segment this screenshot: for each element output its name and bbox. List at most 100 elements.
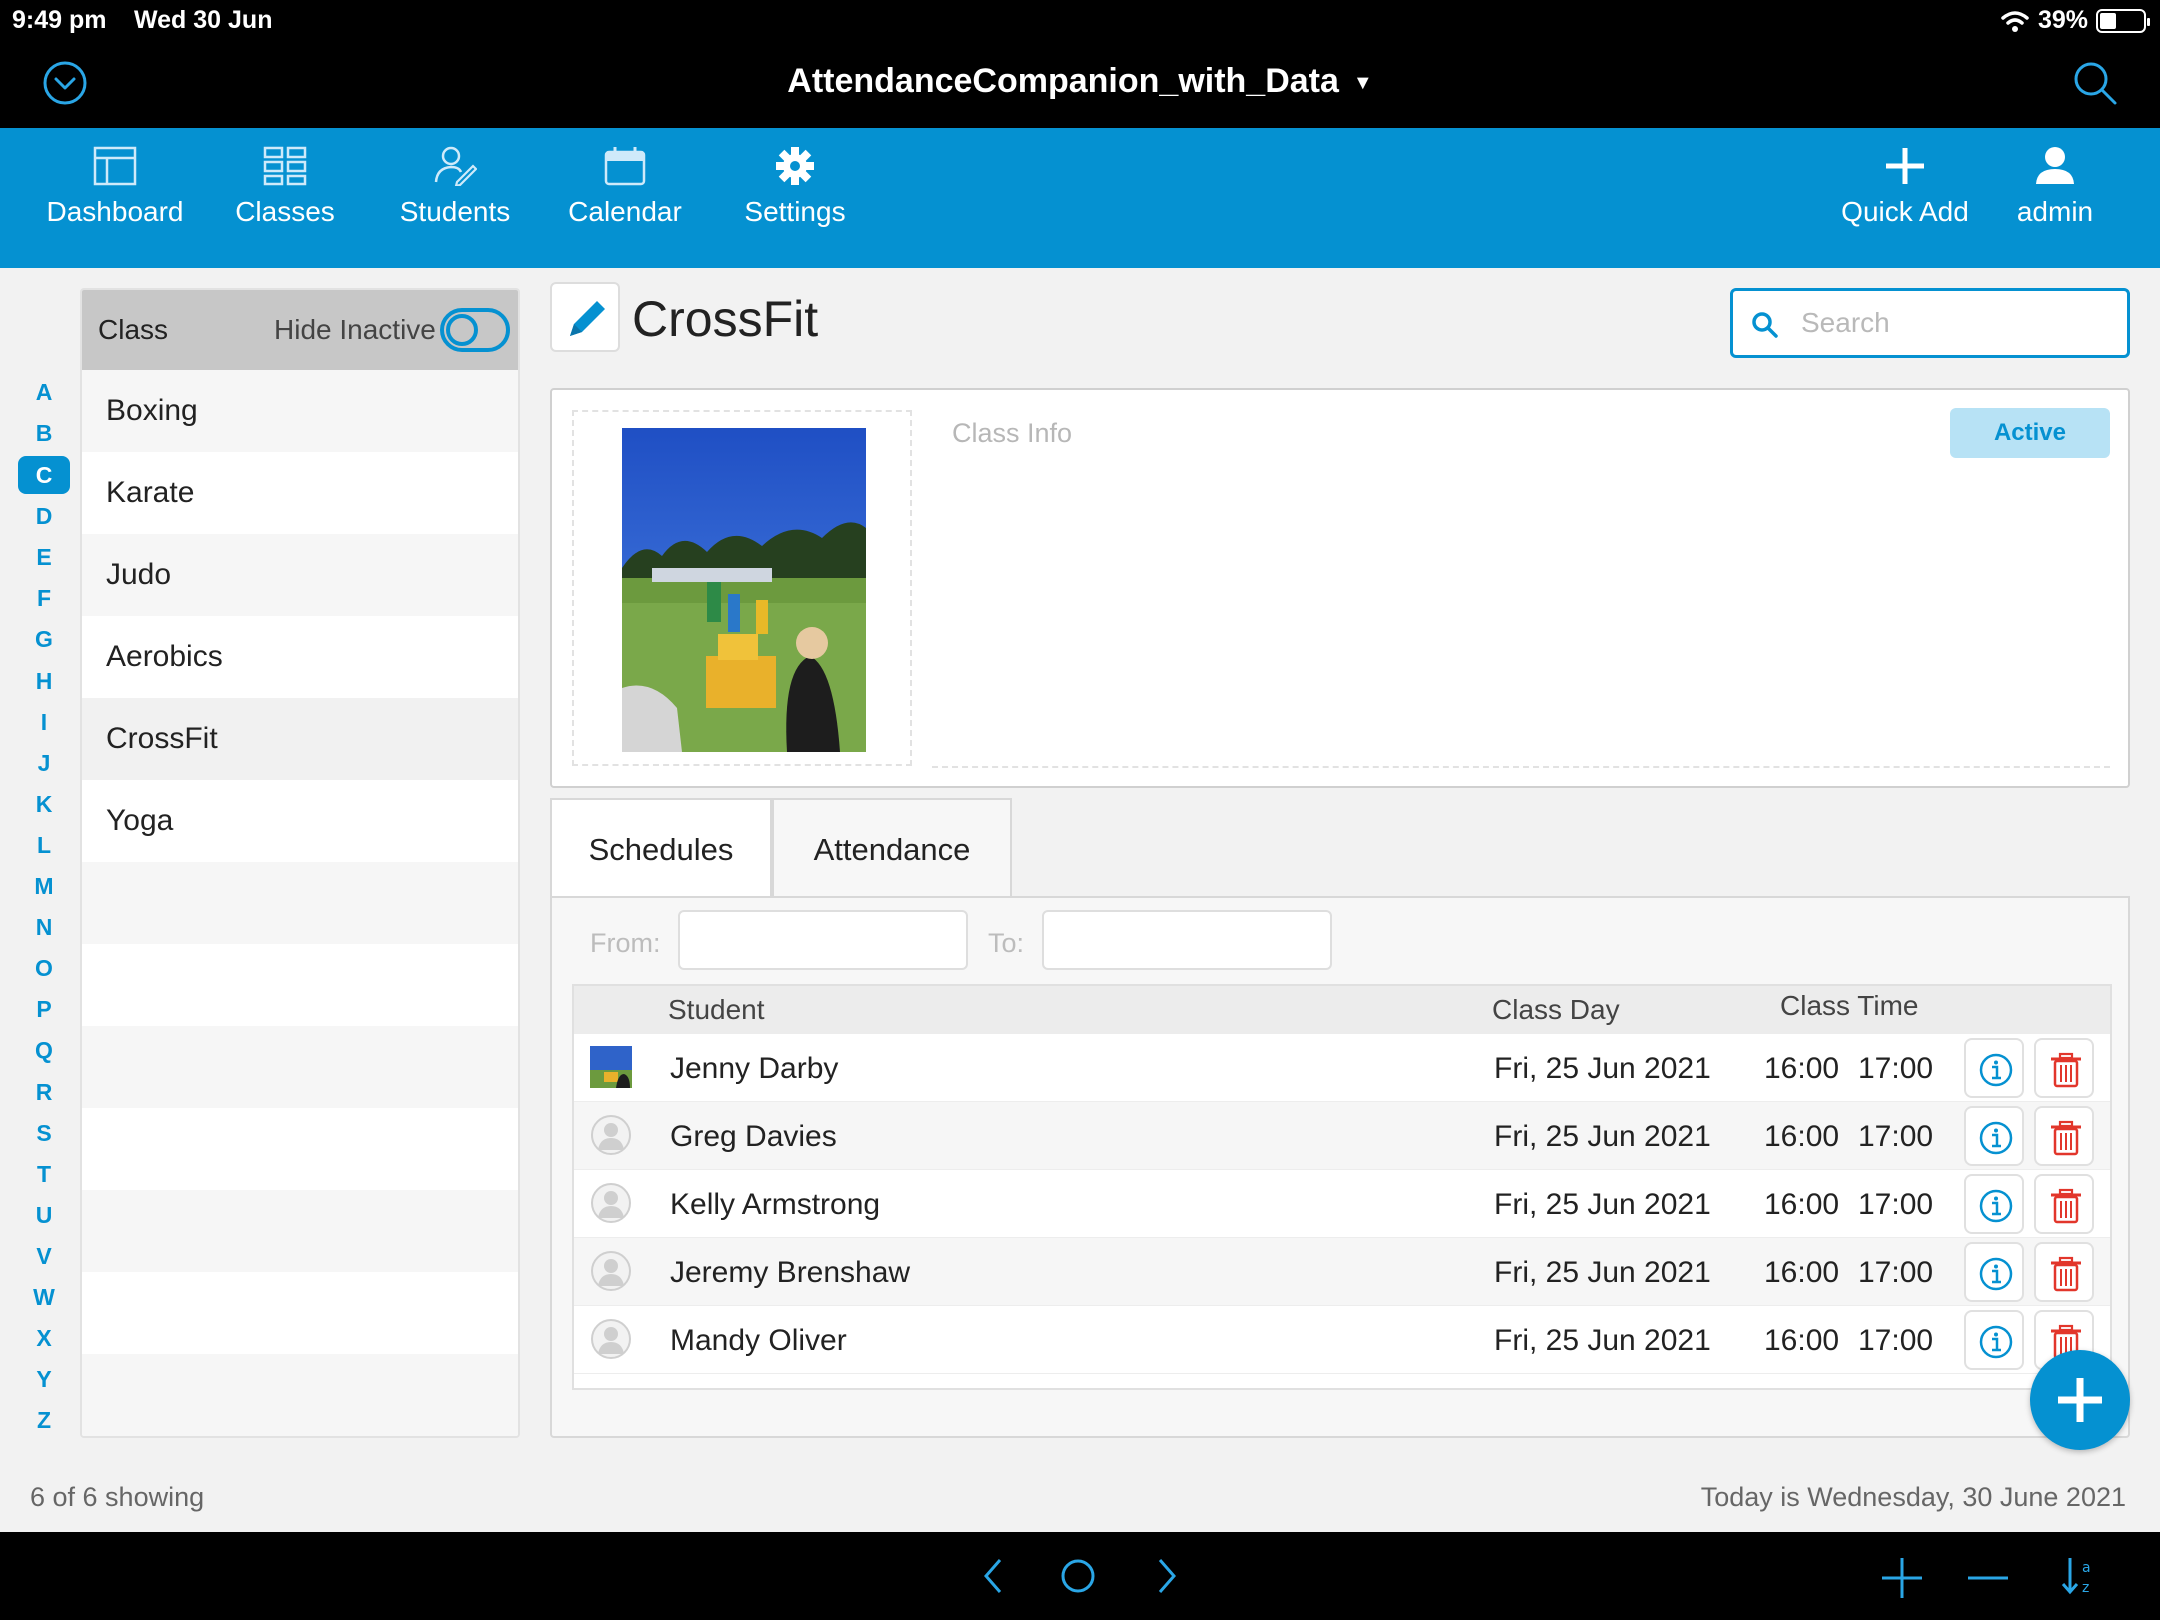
alphabet-letter[interactable]: V: [18, 1236, 70, 1277]
nav-calendar[interactable]: Calendar: [560, 146, 690, 228]
sort-icon[interactable]: a z: [2060, 1552, 2100, 1600]
info-button[interactable]: [1964, 1038, 2024, 1098]
start-time: 16:00: [1764, 1324, 1840, 1357]
caret-down-icon: ▼: [1352, 71, 1373, 94]
from-date-input[interactable]: [678, 910, 968, 970]
alphabet-index: ABCDEFGHIJKLMNOPQRSTUVWXYZ: [18, 372, 70, 1441]
class-info-divider: [932, 766, 2110, 768]
tab-schedules[interactable]: Schedules: [550, 798, 772, 898]
alphabet-letter[interactable]: U: [18, 1195, 70, 1236]
alphabet-letter[interactable]: M: [18, 866, 70, 907]
new-record-icon[interactable]: [1880, 1556, 1924, 1600]
alphabet-letter[interactable]: C: [18, 456, 70, 495]
alphabet-letter[interactable]: P: [18, 989, 70, 1030]
alphabet-letter[interactable]: Y: [18, 1359, 70, 1400]
class-photo-frame[interactable]: [572, 410, 912, 766]
status-time: 9:49 pm: [12, 6, 107, 34]
to-date-input[interactable]: [1042, 910, 1332, 970]
class-day: Fri, 25 Jun 2021: [1494, 1120, 1711, 1153]
status-right: 39%: [2000, 6, 2150, 35]
quick-add-button[interactable]: Quick Add: [1830, 146, 1980, 228]
document-title[interactable]: AttendanceCompanion_with_Data ▼: [0, 62, 2160, 101]
class-list-item[interactable]: Boxing: [82, 370, 518, 452]
avatar-placeholder-icon: [590, 1250, 632, 1292]
quick-add-label: Quick Add: [1841, 196, 1969, 227]
alphabet-letter[interactable]: W: [18, 1277, 70, 1318]
alphabet-letter[interactable]: Q: [18, 1030, 70, 1071]
search-icon[interactable]: [2070, 58, 2120, 108]
alphabet-letter[interactable]: E: [18, 537, 70, 578]
forward-icon[interactable]: [1152, 1556, 1182, 1596]
table-row[interactable]: Kelly Armstrong Fri, 25 Jun 2021 16:00 17:0…: [574, 1170, 2110, 1238]
alphabet-letter[interactable]: R: [18, 1072, 70, 1113]
search-box[interactable]: [1730, 288, 2130, 358]
student-name: Kelly Armstrong: [670, 1188, 881, 1221]
end-time: 17:00: [1858, 1052, 1934, 1085]
title-bar: AttendanceCompanion_with_Data ▼: [0, 40, 2160, 128]
alphabet-letter[interactable]: G: [18, 619, 70, 660]
nav-settings-label: Settings: [744, 196, 846, 227]
add-attendance-button[interactable]: [2030, 1350, 2130, 1450]
student-icon: [434, 146, 477, 186]
info-button[interactable]: [1964, 1310, 2024, 1370]
nav-students[interactable]: Students: [390, 146, 520, 228]
alphabet-letter[interactable]: X: [18, 1318, 70, 1359]
search-input[interactable]: [1801, 305, 2111, 341]
info-button[interactable]: [1964, 1106, 2024, 1166]
table-row[interactable]: Mandy Oliver Fri, 25 Jun 2021 16:00 17:00: [574, 1306, 2110, 1374]
nav-bar: Dashboard Classes Students Calendar Sett…: [0, 128, 2160, 268]
home-icon[interactable]: [1058, 1556, 1098, 1596]
nav-settings[interactable]: Settings: [735, 146, 855, 228]
table-row[interactable]: Jenny Darby Fri, 25 Jun 2021 16:00 17:00: [574, 1034, 2110, 1102]
delete-record-icon[interactable]: [1966, 1556, 2010, 1600]
attendance-table: Student Class Day Class Time Jenny Darby…: [572, 984, 2112, 1390]
avatar-placeholder-icon: [590, 1182, 632, 1224]
alphabet-letter[interactable]: J: [18, 743, 70, 784]
back-icon[interactable]: [978, 1556, 1008, 1596]
class-list-empty-row: [82, 1026, 518, 1108]
tab-attendance[interactable]: Attendance: [772, 798, 1012, 898]
alphabet-letter[interactable]: F: [18, 578, 70, 619]
table-row[interactable]: Greg Davies Fri, 25 Jun 2021 16:00 17:00: [574, 1102, 2110, 1170]
status-badge[interactable]: Active: [1950, 408, 2110, 458]
hide-inactive-toggle[interactable]: [440, 308, 510, 352]
edit-button[interactable]: [550, 282, 620, 352]
class-list-item[interactable]: CrossFit: [82, 698, 518, 780]
class-list-item[interactable]: Karate: [82, 452, 518, 534]
class-list-item[interactable]: Yoga: [82, 780, 518, 862]
alphabet-letter[interactable]: B: [18, 413, 70, 454]
delete-button[interactable]: [2034, 1242, 2094, 1302]
class-day: Fri, 25 Jun 2021: [1494, 1052, 1711, 1085]
alphabet-letter[interactable]: T: [18, 1154, 70, 1195]
alphabet-letter[interactable]: H: [18, 661, 70, 702]
class-list-rows: Boxing Karate Judo Aerobics CrossFit Yoga: [82, 370, 518, 1436]
user-button[interactable]: admin: [2000, 146, 2110, 228]
class-list-item[interactable]: Aerobics: [82, 616, 518, 698]
alphabet-letter[interactable]: D: [18, 496, 70, 537]
class-day: Fri, 25 Jun 2021: [1494, 1188, 1711, 1221]
alphabet-letter[interactable]: K: [18, 784, 70, 825]
attendance-panel: From: To: Student Class Day Class Time J…: [550, 896, 2130, 1438]
nav-classes[interactable]: Classes: [225, 146, 345, 228]
delete-button[interactable]: [2034, 1174, 2094, 1234]
class-list-item[interactable]: Judo: [82, 534, 518, 616]
alphabet-letter[interactable]: O: [18, 948, 70, 989]
class-info-placeholder[interactable]: Class Info: [952, 418, 1072, 449]
page-title: CrossFit: [632, 291, 819, 347]
alphabet-letter[interactable]: N: [18, 907, 70, 948]
table-row[interactable]: Jeremy Brenshaw Fri, 25 Jun 2021 16:00 17:0…: [574, 1238, 2110, 1306]
delete-button[interactable]: [2034, 1038, 2094, 1098]
alphabet-letter[interactable]: A: [18, 372, 70, 413]
status-bar: 9:49 pm Wed 30 Jun 39%: [0, 0, 2160, 40]
alphabet-letter[interactable]: Z: [18, 1400, 70, 1441]
user-icon: [2036, 147, 2074, 184]
calendar-icon: [604, 147, 646, 186]
info-button[interactable]: [1964, 1242, 2024, 1302]
nav-dashboard[interactable]: Dashboard: [40, 146, 190, 228]
alphabet-letter[interactable]: S: [18, 1113, 70, 1154]
alphabet-letter[interactable]: L: [18, 825, 70, 866]
student-name: Jeremy Brenshaw: [670, 1256, 911, 1289]
info-button[interactable]: [1964, 1174, 2024, 1234]
alphabet-letter[interactable]: I: [18, 702, 70, 743]
delete-button[interactable]: [2034, 1106, 2094, 1166]
